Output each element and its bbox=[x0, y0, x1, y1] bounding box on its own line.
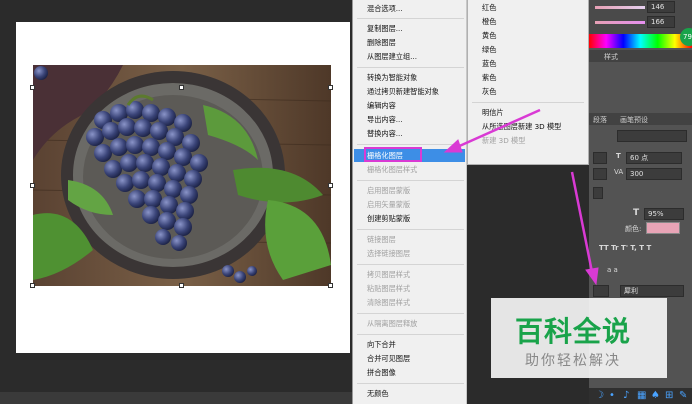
font-size-input[interactable]: 60 点 bbox=[626, 152, 682, 164]
color-slider-1[interactable] bbox=[595, 6, 645, 9]
menu-item-copy-layer-style: 拷贝图层样式 bbox=[367, 270, 411, 279]
watermark-title: 百科全说 bbox=[515, 315, 632, 348]
menu-item-export-contents[interactable]: 导出内容... bbox=[367, 115, 403, 125]
menu-item-convert-smart-object[interactable]: 转换为智能对象 bbox=[367, 73, 417, 83]
font-style-select[interactable] bbox=[617, 130, 687, 142]
color-spectrum[interactable] bbox=[589, 34, 692, 48]
menu-item-enable-layer-mask: 启用图层蒙版 bbox=[367, 186, 411, 195]
mic-icon[interactable]: ♪ bbox=[623, 390, 629, 401]
color-value-2[interactable]: 166 bbox=[647, 16, 675, 28]
submenu-item-yellow[interactable]: 黄色 bbox=[482, 31, 496, 41]
menu-item-create-clipping-mask[interactable]: 创建剪贴蒙版 bbox=[367, 214, 410, 224]
menu-item-blending-options[interactable]: 混合选项... bbox=[367, 4, 403, 14]
menu-separator bbox=[357, 229, 464, 230]
submenu-item-new-3d-model: 新建 3D 模型 bbox=[482, 136, 526, 145]
menu-item-rasterize-layer-style: 栅格化图层样式 bbox=[367, 165, 418, 174]
tab-brush-presets[interactable]: 画笔预设 bbox=[620, 115, 648, 125]
submenu-item-orange[interactable]: 橙色 bbox=[482, 17, 496, 27]
menu-item-replace-contents[interactable]: 替换内容... bbox=[367, 129, 403, 139]
antialias-select[interactable]: 犀利 bbox=[620, 285, 684, 297]
menu-item-clear-layer-style: 清除图层样式 bbox=[367, 298, 411, 307]
pin-icon[interactable]: • bbox=[609, 390, 615, 401]
menu-separator bbox=[357, 18, 464, 19]
watermark-subtitle: 助你轻松解决 bbox=[525, 353, 621, 369]
transform-handle-br[interactable] bbox=[328, 283, 333, 288]
menu-separator bbox=[357, 313, 464, 314]
menu-item-rasterize-layer[interactable]: 栅格化图层 bbox=[367, 151, 403, 161]
type-style-buttons[interactable]: TT Tr T' T, T T bbox=[599, 244, 651, 252]
watermark: 百科全说 助你轻松解决 bbox=[491, 298, 667, 378]
menu-item-merge-visible[interactable]: 合并可见图层 bbox=[367, 354, 410, 364]
submenu-item-gray[interactable]: 灰色 bbox=[482, 87, 496, 97]
color-submenu: 红色 橙色 黄色 绿色 蓝色 紫色 灰色 明信片 从所选图层新建 3D 模型 新… bbox=[467, 0, 589, 165]
menu-item-enable-vector-mask: 启用矢量蒙版 bbox=[367, 200, 411, 209]
tab-styles[interactable]: 样式 bbox=[604, 52, 618, 62]
tracking-icon: VA bbox=[614, 168, 624, 176]
aa-label: a a bbox=[607, 266, 618, 274]
moon-icon[interactable]: ☽ bbox=[595, 390, 604, 401]
menu-item-merge-down[interactable]: 向下合并 bbox=[367, 340, 396, 350]
keyboard-icon[interactable]: ▦ bbox=[637, 390, 646, 401]
menu-item-paste-layer-style: 粘贴图层样式 bbox=[367, 284, 411, 293]
wrench-icon[interactable]: ✎ bbox=[679, 390, 687, 401]
grapes-photo[interactable] bbox=[33, 65, 331, 286]
small-select[interactable] bbox=[593, 187, 603, 199]
transform-handle-mr[interactable] bbox=[328, 183, 333, 188]
color-label: 颜色: bbox=[625, 225, 642, 233]
badge-icon: 79 bbox=[680, 28, 692, 46]
scale-icon: T bbox=[633, 208, 640, 218]
menu-item-group-from-layer[interactable]: 从图层建立组... bbox=[367, 52, 417, 62]
menu-item-link-layers: 链接图层 bbox=[367, 235, 396, 244]
menu-separator bbox=[357, 383, 464, 384]
menu-separator bbox=[357, 334, 464, 335]
layer-context-menu: 混合选项... 复制图层... 删除图层 从图层建立组... 转换为智能对象 通… bbox=[352, 0, 467, 404]
transform-handle-tl[interactable] bbox=[30, 85, 35, 90]
menu-separator bbox=[357, 144, 464, 145]
submenu-item-green[interactable]: 绿色 bbox=[482, 45, 496, 55]
menu-item-new-smart-object-via-copy[interactable]: 通过拷贝新建智能对象 bbox=[367, 87, 439, 97]
color-slider-2[interactable] bbox=[595, 21, 645, 24]
text-color-swatch[interactable] bbox=[646, 222, 680, 234]
tracking-arrow[interactable] bbox=[593, 168, 607, 180]
menu-separator bbox=[357, 67, 464, 68]
menu-item-edit-contents[interactable]: 编辑内容 bbox=[367, 101, 396, 111]
font-size-arrow[interactable] bbox=[593, 152, 607, 164]
submenu-item-postcard[interactable]: 明信片 bbox=[482, 108, 504, 118]
menu-separator bbox=[357, 264, 464, 265]
menu-item-no-color[interactable]: 无颜色 bbox=[367, 389, 389, 399]
grid-icon[interactable]: ⊞ bbox=[665, 390, 673, 401]
tab-paragraph[interactable]: 段落 bbox=[593, 115, 607, 125]
submenu-item-new-3d-from-layer[interactable]: 从所选图层新建 3D 模型 bbox=[482, 122, 561, 132]
menu-item-duplicate-layer[interactable]: 复制图层... bbox=[367, 24, 403, 34]
font-size-icon: T bbox=[616, 152, 621, 160]
grapes-image bbox=[33, 65, 331, 286]
submenu-separator bbox=[472, 102, 584, 103]
submenu-item-red[interactable]: 红色 bbox=[482, 3, 496, 13]
transform-handle-tr[interactable] bbox=[328, 85, 333, 90]
color-value-1[interactable]: 146 bbox=[647, 1, 675, 13]
transform-handle-bm[interactable] bbox=[179, 283, 184, 288]
language-select[interactable] bbox=[593, 285, 609, 297]
transform-handle-ml[interactable] bbox=[30, 183, 35, 188]
transform-handle-tm[interactable] bbox=[179, 85, 184, 90]
submenu-item-blue[interactable]: 蓝色 bbox=[482, 59, 496, 69]
tracking-input[interactable]: 300 bbox=[626, 168, 682, 180]
menu-item-flatten-image[interactable]: 拼合图像 bbox=[367, 368, 396, 378]
menu-item-release-from-isolation: 从隔离图层释放 bbox=[367, 319, 418, 328]
submenu-item-violet[interactable]: 紫色 bbox=[482, 73, 496, 83]
shirt-icon[interactable]: ♠ bbox=[651, 390, 660, 401]
scale-input[interactable]: 95% bbox=[644, 208, 684, 220]
status-bar bbox=[0, 392, 352, 404]
transform-handle-bl[interactable] bbox=[30, 283, 35, 288]
menu-item-select-linked-layers: 选择链接图层 bbox=[367, 249, 411, 258]
menu-separator bbox=[357, 180, 464, 181]
menu-item-delete-layer[interactable]: 删除图层 bbox=[367, 38, 396, 48]
status-icons-bar: ☽ • ♪ ▦ ♠ ⊞ ✎ bbox=[589, 388, 692, 404]
